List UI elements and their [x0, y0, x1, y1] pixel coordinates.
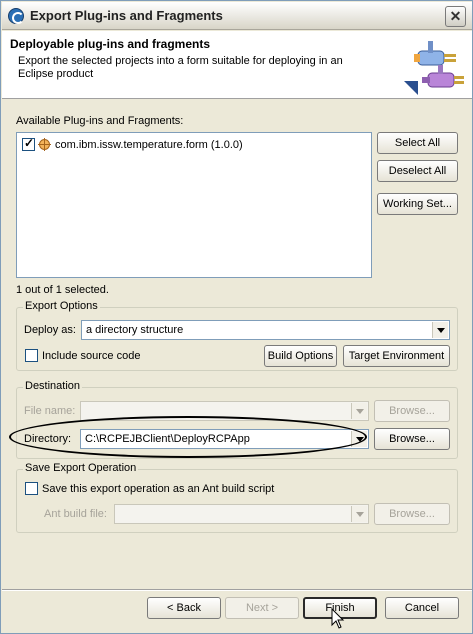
deploy-as-label: Deploy as: — [24, 324, 76, 336]
footer-separator — [2, 589, 472, 591]
plug-in-export-wizard-icon — [404, 41, 464, 95]
chevron-down-icon — [351, 506, 367, 522]
banner-description: Export the selected projects into a form… — [18, 55, 343, 80]
eclipse-icon — [8, 8, 24, 24]
save-export-legend: Save Export Operation — [23, 462, 139, 474]
cancel-button[interactable]: Cancel — [385, 597, 459, 619]
include-source-label: Include source code — [42, 350, 141, 362]
save-ant-script-checkbox[interactable] — [25, 482, 38, 495]
chevron-down-icon[interactable] — [432, 322, 448, 338]
next-button: Next > — [225, 597, 299, 619]
browse-ant-file-button: Browse... — [374, 503, 450, 525]
ant-build-file-label: Ant build file: — [44, 508, 107, 520]
deploy-as-value: a directory structure — [86, 324, 184, 336]
back-button[interactable]: < Back — [147, 597, 221, 619]
select-all-button[interactable]: Select All — [377, 132, 458, 154]
directory-value[interactable]: C:\RCPEJBClient\DeployRCPApp — [85, 433, 250, 445]
banner-heading: Deployable plug-ins and fragments — [10, 37, 211, 51]
directory-combo[interactable]: C:\RCPEJBClient\DeployRCPApp — [80, 429, 369, 449]
ant-build-file-combo — [114, 504, 369, 524]
title-bar[interactable]: Export Plug-ins and Fragments ✕ — [2, 2, 472, 30]
build-options-button[interactable]: Build Options — [264, 345, 337, 367]
selection-status: 1 out of 1 selected. — [16, 284, 109, 296]
window-title: Export Plug-ins and Fragments — [30, 8, 223, 23]
available-plugins-label: Available Plug-ins and Fragments: — [16, 115, 184, 127]
export-dialog: Export Plug-ins and Fragments ✕ Deployab… — [0, 0, 473, 634]
file-name-label: File name: — [24, 405, 76, 417]
wizard-banner: Deployable plug-ins and fragments Export… — [2, 31, 472, 99]
browse-directory-button[interactable]: Browse... — [374, 428, 450, 450]
file-name-combo — [80, 401, 369, 421]
include-source-checkbox[interactable] — [25, 349, 38, 362]
deselect-all-button[interactable]: Deselect All — [377, 160, 458, 182]
working-set-button[interactable]: Working Set... — [377, 193, 458, 215]
plugins-list[interactable] — [16, 132, 372, 278]
chevron-down-icon — [351, 403, 367, 419]
deploy-as-combo[interactable]: a directory structure — [81, 320, 450, 340]
directory-label: Directory: — [24, 433, 72, 445]
plugin-checkbox[interactable] — [22, 136, 35, 151]
plugin-icon — [38, 138, 51, 151]
destination-legend: Destination — [23, 380, 83, 392]
mouse-pointer-icon — [331, 608, 345, 629]
close-button[interactable]: ✕ — [445, 6, 466, 27]
export-options-legend: Export Options — [23, 300, 100, 312]
save-ant-script-label: Save this export operation as an Ant bui… — [42, 483, 275, 495]
target-environment-button[interactable]: Target Environment — [343, 345, 450, 367]
chevron-down-icon[interactable] — [351, 431, 367, 447]
list-item[interactable]: com.ibm.issw.temperature.form (1.0.0) — [55, 139, 243, 151]
browse-file-button: Browse... — [374, 400, 450, 422]
